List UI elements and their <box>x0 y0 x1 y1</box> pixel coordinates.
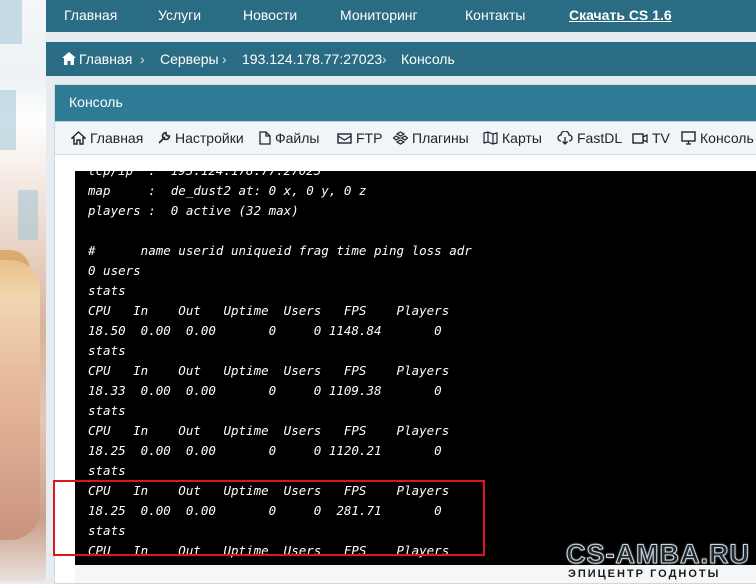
breadcrumb: Главная › Серверы › 193.124.178.77:27023… <box>46 42 756 76</box>
subnav-label: Файлы <box>275 130 320 146</box>
subnav-home[interactable]: Главная <box>71 129 143 147</box>
subnav-console[interactable]: Консоль <box>681 129 754 147</box>
monitor-icon <box>681 131 696 145</box>
subnav-files[interactable]: Файлы <box>259 129 319 147</box>
chevron-right-icon: › <box>382 51 387 67</box>
nav-news[interactable]: Новости <box>243 7 297 23</box>
subnav-label: FastDL <box>577 130 623 146</box>
console-line: stats <box>88 343 126 358</box>
console-line: stats <box>88 403 126 418</box>
subnav-label: Плагины <box>412 130 469 146</box>
red-highlight-box <box>53 480 485 556</box>
console-line: 18.25 0.00 0.00 0 0 1120.21 0 <box>88 443 442 458</box>
top-nav: Главная Услуги Новости Мониторинг Контак… <box>46 0 756 32</box>
console-line: # name userid uniqueid frag time ping lo… <box>88 243 472 258</box>
subnav-label: Настройки <box>175 130 244 146</box>
plugins-icon <box>393 131 408 145</box>
camera-icon <box>632 132 648 144</box>
watermark-tagline: ЭПИЦЕНТР ГОДНОТЫ <box>568 568 721 580</box>
console-line: tcp/ip : 193.124.178.77:27023 <box>88 171 321 179</box>
subnav-maps[interactable]: Карты <box>483 129 542 147</box>
map-icon <box>483 131 498 145</box>
breadcrumb-servers[interactable]: Серверы <box>160 51 219 67</box>
photo-tile <box>0 90 16 150</box>
panel-title: Консоль <box>69 94 123 110</box>
subnav-settings[interactable]: Настройки <box>157 129 244 147</box>
console-line: CPU In Out Uptime Users FPS Players <box>88 363 450 378</box>
console-line: CPU In Out Uptime Users FPS Players <box>88 423 450 438</box>
console-line: 0 users <box>88 263 141 278</box>
subnav-label: Главная <box>90 130 144 146</box>
photo-tile <box>18 190 38 240</box>
subnav-label: Карты <box>502 130 542 146</box>
photo-face <box>0 260 40 540</box>
nav-download-cs[interactable]: Скачать CS 1.6 <box>569 7 672 23</box>
nav-monitoring[interactable]: Мониторинг <box>340 7 418 23</box>
panel-header: Консоль <box>55 85 756 122</box>
wrench-icon <box>158 131 171 144</box>
home-icon <box>71 131 86 145</box>
console-line: players : 0 active (32 max) <box>88 203 299 218</box>
chevron-right-icon: › <box>222 51 227 67</box>
console-line: 18.33 0.00 0.00 0 0 1109.38 0 <box>88 383 442 398</box>
watermark-logo: CS-AMBA.RU <box>566 539 750 569</box>
console-line: 18.50 0.00 0.00 0 0 1148.84 0 <box>88 323 442 338</box>
subnav-label: TV <box>652 130 670 146</box>
subnav-fastdl[interactable]: FastDL <box>557 129 622 147</box>
nav-services[interactable]: Услуги <box>158 7 201 23</box>
background-photo <box>0 0 46 582</box>
console-line: stats <box>88 463 126 478</box>
chevron-right-icon: › <box>140 51 145 67</box>
nav-home[interactable]: Главная <box>64 7 117 23</box>
file-icon <box>259 131 271 145</box>
subnav-label: FTP <box>356 130 383 146</box>
subnav-label: Консоль <box>700 130 754 146</box>
subnav-tv[interactable]: TV <box>632 129 670 147</box>
mail-icon <box>337 132 352 144</box>
breadcrumb-console: Консоль <box>401 51 455 67</box>
console-line: map : de_dust2 at: 0 x, 0 y, 0 z <box>88 183 367 198</box>
breadcrumb-home[interactable]: Главная <box>79 51 132 67</box>
home-icon <box>62 52 76 65</box>
console-line: stats <box>88 283 126 298</box>
console-line: CPU In Out Uptime Users FPS Players <box>88 303 450 318</box>
subnav-plugins[interactable]: Плагины <box>393 129 469 147</box>
cloud-download-icon <box>557 131 573 145</box>
subnav-ftp[interactable]: FTP <box>337 129 382 147</box>
server-subnav: Главная Настройки Файлы FTP Плагины Карт… <box>55 122 756 155</box>
photo-tile <box>0 0 22 44</box>
breadcrumb-server-address[interactable]: 193.124.178.77:27023 <box>242 51 382 67</box>
nav-contacts[interactable]: Контакты <box>465 7 525 23</box>
